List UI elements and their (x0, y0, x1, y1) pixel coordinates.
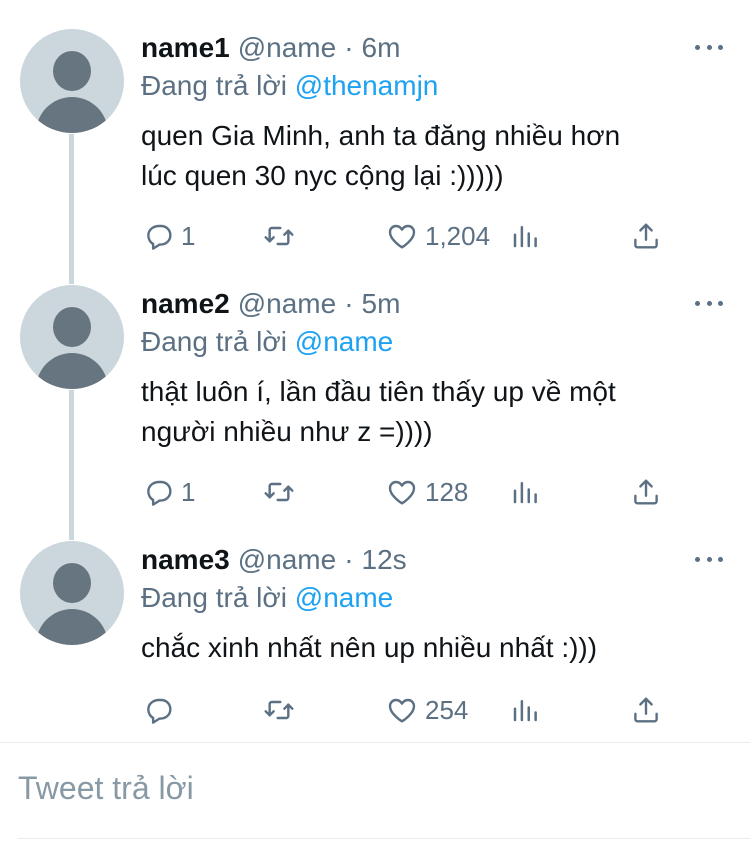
display-name[interactable]: name3 (141, 544, 230, 576)
tweet-actions: 254 (141, 690, 701, 730)
tweet-text-line: chắc xinh nhất nên up nhiều nhất :))) (141, 632, 598, 663)
replying-to-label: Đang trả lời (141, 70, 287, 101)
replying-to: Đang trả lời @name (141, 582, 393, 618)
like-button[interactable]: 254 (385, 690, 468, 730)
tweet-actions: 1 1,204 (141, 216, 701, 256)
tweet-text-line: quen Gia Minh, anh ta đăng nhiều hơn (141, 120, 621, 151)
avatar[interactable] (20, 29, 124, 133)
reply-count: 1 (181, 220, 196, 251)
retweet-icon (264, 226, 294, 246)
avatar-head-shape (53, 563, 91, 603)
replying-to: Đang trả lời @name (141, 326, 393, 362)
timestamp[interactable]: 12s (362, 544, 407, 576)
analytics-icon (513, 700, 537, 722)
avatar-head-shape (53, 307, 91, 347)
user-handle[interactable]: @name (238, 288, 336, 320)
tweet-text: chắc xinh nhất nên up nhiều nhất :))) (141, 628, 721, 668)
reply-icon (147, 698, 172, 724)
like-count: 1,204 (425, 220, 491, 251)
like-icon (388, 480, 416, 505)
analytics-icon (513, 482, 537, 504)
avatar[interactable] (20, 285, 124, 389)
avatar-head-shape (53, 51, 91, 91)
tweet[interactable]: name2 @name · 5m Đang trả lời @name thật… (0, 256, 750, 526)
user-handle[interactable]: @name (238, 32, 336, 64)
share-icon (634, 223, 658, 249)
share-icon (634, 479, 658, 505)
tweet-header: name2 @name · 5m (141, 286, 400, 322)
tweet[interactable]: name1 @name · 6m Đang trả lời @thenamjn … (0, 0, 750, 270)
reply-compose-input[interactable]: Tweet trả lời (18, 770, 194, 807)
retweet-button[interactable] (261, 216, 297, 256)
replying-to-label: Đang trả lời (141, 582, 287, 613)
share-button[interactable] (631, 216, 661, 256)
compose-underline (18, 838, 750, 839)
analytics-button[interactable] (510, 472, 540, 512)
avatar[interactable] (20, 541, 124, 645)
tweet-text: quen Gia Minh, anh ta đăng nhiều hơn lúc… (141, 116, 721, 196)
like-icon (388, 698, 416, 723)
analytics-icon (513, 226, 537, 248)
reply-icon (147, 480, 172, 506)
mention-link[interactable]: @name (295, 326, 393, 357)
tweet-header: name1 @name · 6m (141, 30, 400, 66)
like-count: 254 (425, 694, 469, 725)
tweet-actions: 1 128 (141, 472, 701, 512)
more-icon[interactable] (695, 42, 723, 52)
mention-link[interactable]: @name (295, 582, 393, 613)
analytics-button[interactable] (510, 216, 540, 256)
reply-count: 1 (181, 476, 196, 507)
tweet-text-line: lúc quen 30 nyc cộng lại :))))) (141, 160, 504, 191)
like-icon (388, 224, 416, 249)
share-button[interactable] (631, 472, 661, 512)
more-icon[interactable] (695, 554, 723, 564)
retweet-button[interactable] (261, 472, 297, 512)
reply-button[interactable]: 1 (143, 472, 195, 512)
display-name[interactable]: name2 (141, 288, 230, 320)
reply-button[interactable] (143, 690, 175, 730)
retweet-icon (264, 700, 294, 720)
avatar-body-shape (36, 609, 108, 645)
retweet-button[interactable] (261, 690, 297, 730)
mention-link[interactable]: @thenamjn (295, 70, 439, 101)
like-button[interactable]: 128 (385, 472, 468, 512)
display-name[interactable]: name1 (141, 32, 230, 64)
tweet-text: thật luôn í, lần đầu tiên thấy up về một… (141, 372, 721, 452)
reply-button[interactable]: 1 (143, 216, 195, 256)
timestamp[interactable]: 6m (362, 32, 401, 64)
avatar-body-shape (36, 353, 108, 389)
replying-to: Đang trả lời @thenamjn (141, 70, 438, 106)
share-button[interactable] (631, 690, 661, 730)
share-icon (634, 697, 658, 723)
tweet-text-line: người nhiều như z =)))) (141, 416, 433, 447)
tweet[interactable]: name3 @name · 12s Đang trả lời @name chắ… (0, 512, 750, 740)
tweet-header: name3 @name · 12s (141, 542, 407, 578)
separator-dot: · (344, 288, 354, 319)
like-button[interactable]: 1,204 (385, 216, 490, 256)
more-icon[interactable] (695, 298, 723, 308)
compose-divider (0, 742, 750, 743)
timestamp[interactable]: 5m (362, 288, 401, 320)
user-handle[interactable]: @name (238, 544, 336, 576)
retweet-icon (264, 482, 294, 502)
replying-to-label: Đang trả lời (141, 326, 287, 357)
like-count: 128 (425, 476, 469, 507)
separator-dot: · (344, 32, 354, 63)
tweet-text-line: thật luôn í, lần đầu tiên thấy up về một (141, 376, 616, 407)
reply-icon (147, 224, 172, 250)
avatar-body-shape (36, 97, 108, 133)
separator-dot: · (344, 544, 354, 575)
analytics-button[interactable] (510, 690, 540, 730)
reply-thread: name1 @name · 6m Đang trả lời @thenamjn … (0, 0, 750, 740)
